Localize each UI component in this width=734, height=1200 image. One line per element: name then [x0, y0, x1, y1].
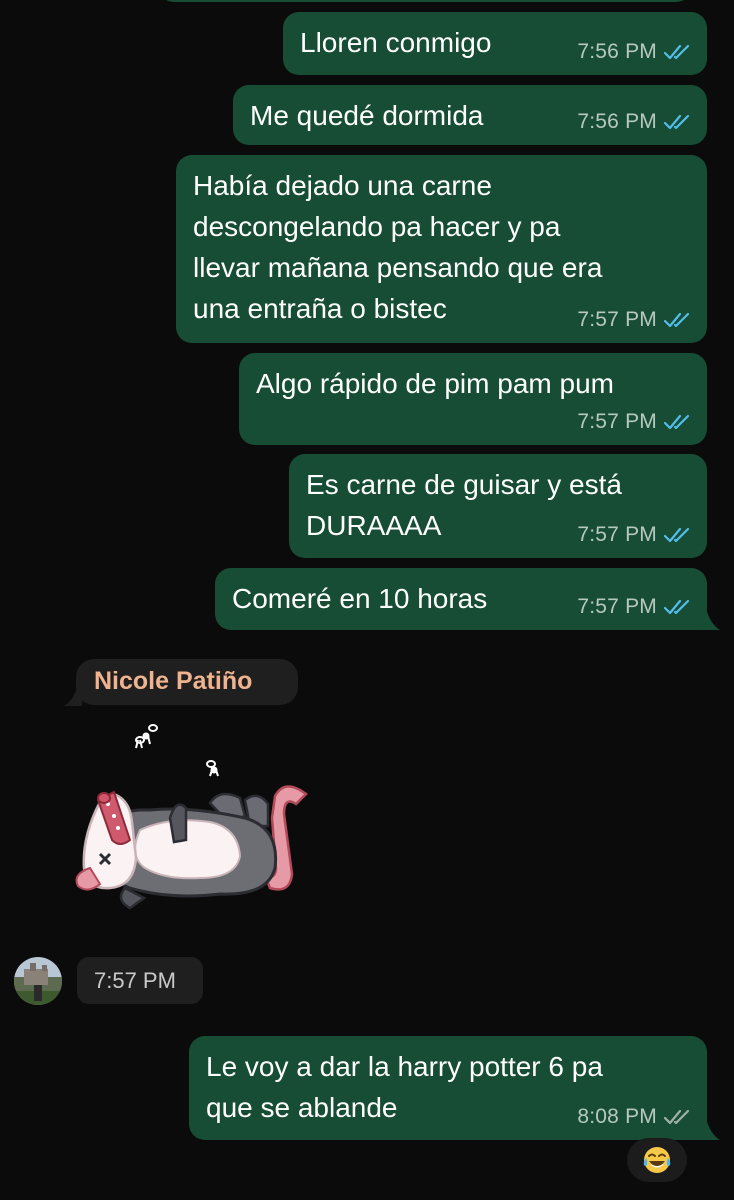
message-text: Había dejado una carne descongelando pa … [193, 170, 603, 324]
message-text: Comeré en 10 horas [232, 583, 488, 614]
message-time: 7:57 PM [577, 308, 657, 331]
message-time: 7:57 PM [94, 968, 176, 993]
message-meta: 8:08 PM [577, 1102, 693, 1132]
read-double-check-icon [663, 114, 690, 130]
avatar-photo [14, 957, 62, 1005]
message-text: Lloren conmigo [300, 27, 492, 58]
bubble-tail [700, 1118, 720, 1140]
contact-avatar[interactable] [14, 957, 62, 1005]
message-meta: 7:57 PM [577, 520, 693, 550]
message-meta: 7:56 PM [577, 37, 693, 67]
message-time: 7:57 PM [577, 410, 657, 433]
outgoing-message[interactable]: Me quedé dormida 7:56 PM [233, 85, 707, 145]
sender-name-pill[interactable]: Nicole Patiño [76, 659, 298, 705]
outgoing-message[interactable]: Es carne de guisar y está DURAAAA 7:57 P… [289, 454, 707, 558]
read-double-check-icon [663, 414, 690, 430]
message-meta: 7:57 PM [577, 592, 693, 622]
read-double-check-icon [663, 599, 690, 615]
message-reaction[interactable] [627, 1138, 687, 1182]
message-text: Me quedé dormida [250, 100, 484, 131]
message-time: 7:57 PM [577, 523, 657, 546]
previous-message-bubble[interactable] [158, 0, 692, 2]
sender-pill-tail [64, 684, 84, 706]
sticker-time-pill: 7:57 PM [77, 957, 203, 1004]
message-time: 7:56 PM [577, 40, 657, 63]
message-meta: 7:57 PM [577, 407, 693, 437]
outgoing-message[interactable]: Le voy a dar la harry potter 6 pa que se… [189, 1036, 707, 1140]
outgoing-message[interactable]: Algo rápido de pim pam pum 7:57 PM [239, 353, 707, 445]
sender-name: Nicole Patiño [94, 667, 253, 695]
outgoing-message[interactable]: Había dejado una carne descongelando pa … [176, 155, 707, 343]
fly-icon [135, 724, 219, 777]
opossum-playing-dead-sticker[interactable] [70, 718, 320, 928]
message-time: 7:57 PM [577, 595, 657, 618]
delivered-double-check-icon [663, 1109, 690, 1125]
read-double-check-icon [663, 44, 690, 60]
message-text: Algo rápido de pim pam pum [256, 368, 614, 399]
outgoing-message[interactable]: Comeré en 10 horas 7:57 PM [215, 568, 707, 630]
message-text: Le voy a dar la harry potter 6 pa que se… [206, 1051, 603, 1123]
read-double-check-icon [663, 312, 690, 328]
message-time: 7:56 PM [577, 110, 657, 133]
outgoing-message[interactable]: Lloren conmigo 7:56 PM [283, 12, 707, 75]
tears-of-joy-emoji-icon [643, 1147, 671, 1173]
message-text: Es carne de guisar y está DURAAAA [306, 469, 622, 541]
read-double-check-icon [663, 527, 690, 543]
message-meta: 7:57 PM [577, 305, 693, 335]
bubble-tail [700, 608, 720, 630]
message-time: 8:08 PM [577, 1105, 657, 1128]
message-meta: 7:56 PM [577, 107, 693, 137]
